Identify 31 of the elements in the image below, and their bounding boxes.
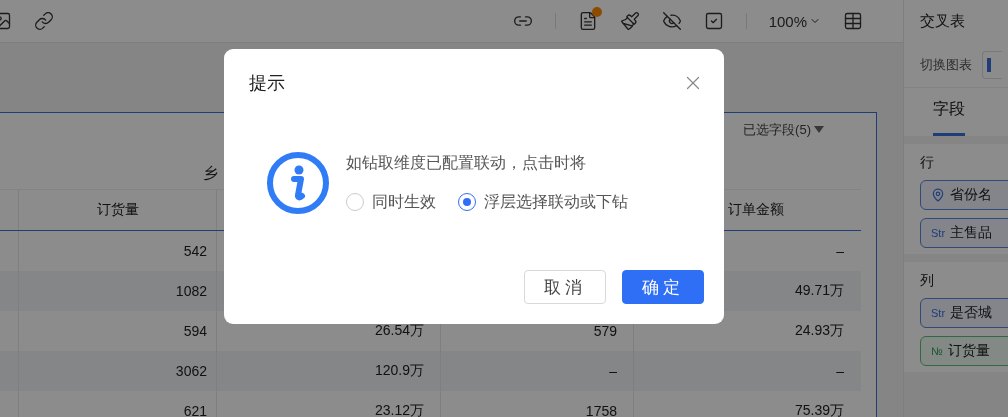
link-icon[interactable] [34, 11, 54, 31]
table-cell: 1758 [440, 391, 633, 417]
info-icon [266, 150, 330, 215]
panel-tab[interactable]: 字段 [933, 99, 965, 136]
table-cell: 621 [18, 391, 216, 417]
field-pill[interactable]: № 订货量 [920, 336, 1008, 366]
table-icon[interactable] [843, 11, 863, 31]
check-square-icon[interactable] [703, 11, 724, 31]
location-icon [931, 188, 945, 202]
field-pill[interactable]: Str 是否城 [920, 298, 1008, 328]
switch-chart-label: 切换图表 [920, 56, 972, 74]
zoom-dropdown[interactable]: 100% [768, 12, 821, 30]
table-cell: 75.39万 [633, 391, 861, 417]
table-cell: 23.12万 [216, 391, 440, 417]
column-header: 订货量 [18, 190, 216, 230]
field-pill[interactable]: Str 主售品 [920, 218, 1008, 248]
field-pill[interactable]: 省份名 [920, 180, 1008, 210]
dialog-message: 如钻取维度已配置联动，点击时将 [346, 152, 587, 173]
radio-option[interactable]: 同时生效 [346, 191, 436, 213]
section-title: 行 [920, 154, 935, 172]
eye-off-icon[interactable] [661, 11, 682, 31]
confirm-button[interactable]: 确定 [622, 270, 704, 304]
dialog-title: 提示 [249, 72, 285, 95]
radio-option[interactable]: 浮层选择联动或下钻 [458, 191, 628, 213]
brush-icon[interactable] [619, 11, 640, 31]
caret-icon [814, 126, 824, 133]
fields-dropdown[interactable]: 已选字段(5) [743, 120, 824, 139]
section-title: 列 [920, 272, 935, 290]
cancel-button[interactable]: 取消 [524, 270, 606, 304]
chart-type-select[interactable] [982, 51, 1002, 79]
panel-title: 交叉表 [919, 11, 966, 31]
